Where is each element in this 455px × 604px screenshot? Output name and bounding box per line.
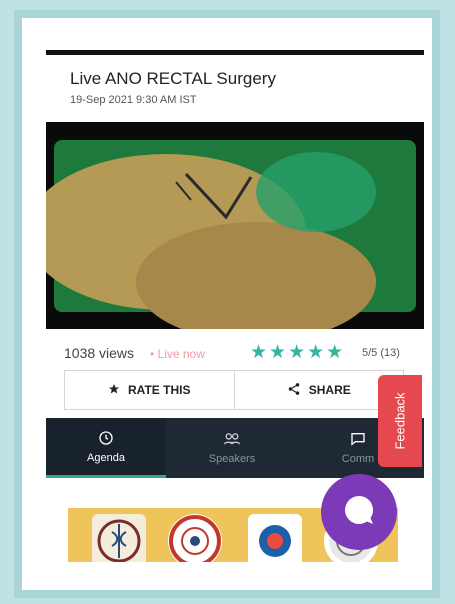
chat-bubble-icon <box>341 492 377 533</box>
rating-stars: ★★★★★ <box>250 342 346 363</box>
feedback-label: Feedback <box>392 392 408 450</box>
feedback-button[interactable]: Feedback <box>378 375 422 467</box>
tab-label: Speakers <box>208 453 256 465</box>
chat-button[interactable] <box>321 474 397 550</box>
star-icon <box>108 383 120 398</box>
video-player[interactable] <box>46 122 424 329</box>
tab-speakers[interactable]: Speakers <box>172 418 292 478</box>
clock-icon <box>98 430 114 446</box>
share-label: SHARE <box>308 383 351 397</box>
top-bar <box>46 50 424 55</box>
live-indicator: • Live now <box>150 347 205 361</box>
sponsor-logo <box>248 514 302 562</box>
tab-label: Agenda <box>87 451 125 464</box>
tab-agenda[interactable]: Agenda <box>46 418 166 478</box>
video-frame <box>46 122 424 329</box>
sponsor-logo <box>92 514 146 562</box>
rate-button[interactable]: RATE THIS <box>65 371 234 409</box>
stats-row: 1038 views • Live now ★★★★★ 5/5 (13) <box>46 340 424 366</box>
comment-icon <box>350 431 366 447</box>
share-icon <box>287 382 301 399</box>
sponsor-logo <box>168 514 222 562</box>
tab-label: Comm <box>341 453 375 465</box>
action-bar: RATE THIS SHARE <box>64 370 404 410</box>
rate-label: RATE THIS <box>128 383 191 397</box>
event-datetime: 19-Sep 2021 9:30 AM IST <box>70 94 197 106</box>
event-title: Live ANO RECTAL Surgery <box>70 69 276 88</box>
tab-bar: Agenda Speakers Comm <box>46 418 424 478</box>
rating-text: 5/5 (13) <box>362 347 400 359</box>
people-icon <box>223 431 241 447</box>
views-count: 1038 views <box>64 345 135 361</box>
